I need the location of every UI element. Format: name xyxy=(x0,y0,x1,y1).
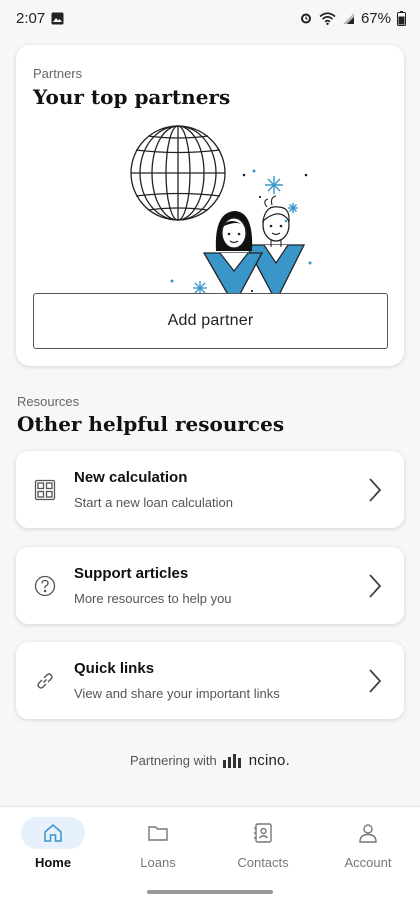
partners-illustration xyxy=(126,123,316,313)
ncino-logo-icon xyxy=(222,753,243,768)
resource-card-new-calculation[interactable]: New calculation Start a new loan calcula… xyxy=(16,451,404,528)
nav-item-home[interactable]: Home xyxy=(8,817,98,870)
calculator-icon xyxy=(34,479,56,501)
folder-icon xyxy=(126,817,190,849)
resource-card-quick-links[interactable]: Quick links View and share your importan… xyxy=(16,642,404,719)
status-left: 2:07 xyxy=(16,10,64,27)
battery-percent: 67% xyxy=(360,9,391,27)
gesture-bar[interactable] xyxy=(147,890,273,894)
status-bar: 2:07 67% xyxy=(0,0,420,36)
nav-label: Contacts xyxy=(237,855,289,870)
resource-title: Quick links xyxy=(74,660,155,677)
resources-title: Other helpful resources xyxy=(17,412,285,436)
partnering-brand: ncino. xyxy=(248,752,290,769)
bottom-nav: Home Loans Contacts Account xyxy=(0,806,420,900)
image-notification-icon xyxy=(51,12,64,25)
resource-subtitle: Start a new loan calculation xyxy=(74,495,233,510)
partners-title: Your top partners xyxy=(33,85,231,109)
contact-card-icon xyxy=(231,817,295,849)
alarm-icon xyxy=(299,11,313,25)
partnering-prefix: Partnering with xyxy=(130,753,217,768)
link-icon xyxy=(34,670,56,692)
resource-title: Support articles xyxy=(74,565,189,582)
person-left xyxy=(202,211,264,307)
resource-subtitle: View and share your important links xyxy=(74,686,280,701)
partners-eyebrow: Partners xyxy=(33,66,83,81)
help-circle-icon xyxy=(34,575,56,597)
chevron-right-icon xyxy=(368,668,382,694)
nav-label: Home xyxy=(34,855,72,870)
chevron-right-icon xyxy=(368,477,382,503)
chevron-right-icon xyxy=(368,573,382,599)
home-icon xyxy=(21,817,85,849)
person-right xyxy=(244,195,306,303)
resources-eyebrow: Resources xyxy=(17,394,80,409)
wifi-icon xyxy=(319,11,336,25)
nav-item-account[interactable]: Account xyxy=(323,817,413,870)
person-icon xyxy=(336,817,400,849)
signal-icon xyxy=(342,12,355,25)
nav-label: Account xyxy=(344,855,392,870)
resource-card-support-articles[interactable]: Support articles More resources to help … xyxy=(16,547,404,624)
resource-subtitle: More resources to help you xyxy=(74,591,232,606)
nav-label: Loans xyxy=(140,855,176,870)
partnering-footer: Partnering with ncino. xyxy=(0,752,420,769)
partners-card: Partners Your top partners Add partner xyxy=(16,45,404,366)
globe-drawing xyxy=(130,125,226,221)
resource-title: New calculation xyxy=(74,469,188,486)
status-right: 67% xyxy=(299,10,406,27)
nav-item-contacts[interactable]: Contacts xyxy=(218,817,308,870)
add-partner-button[interactable]: Add partner xyxy=(33,293,388,349)
battery-icon xyxy=(397,10,406,26)
status-time: 2:07 xyxy=(16,9,46,27)
nav-item-loans[interactable]: Loans xyxy=(113,817,203,870)
